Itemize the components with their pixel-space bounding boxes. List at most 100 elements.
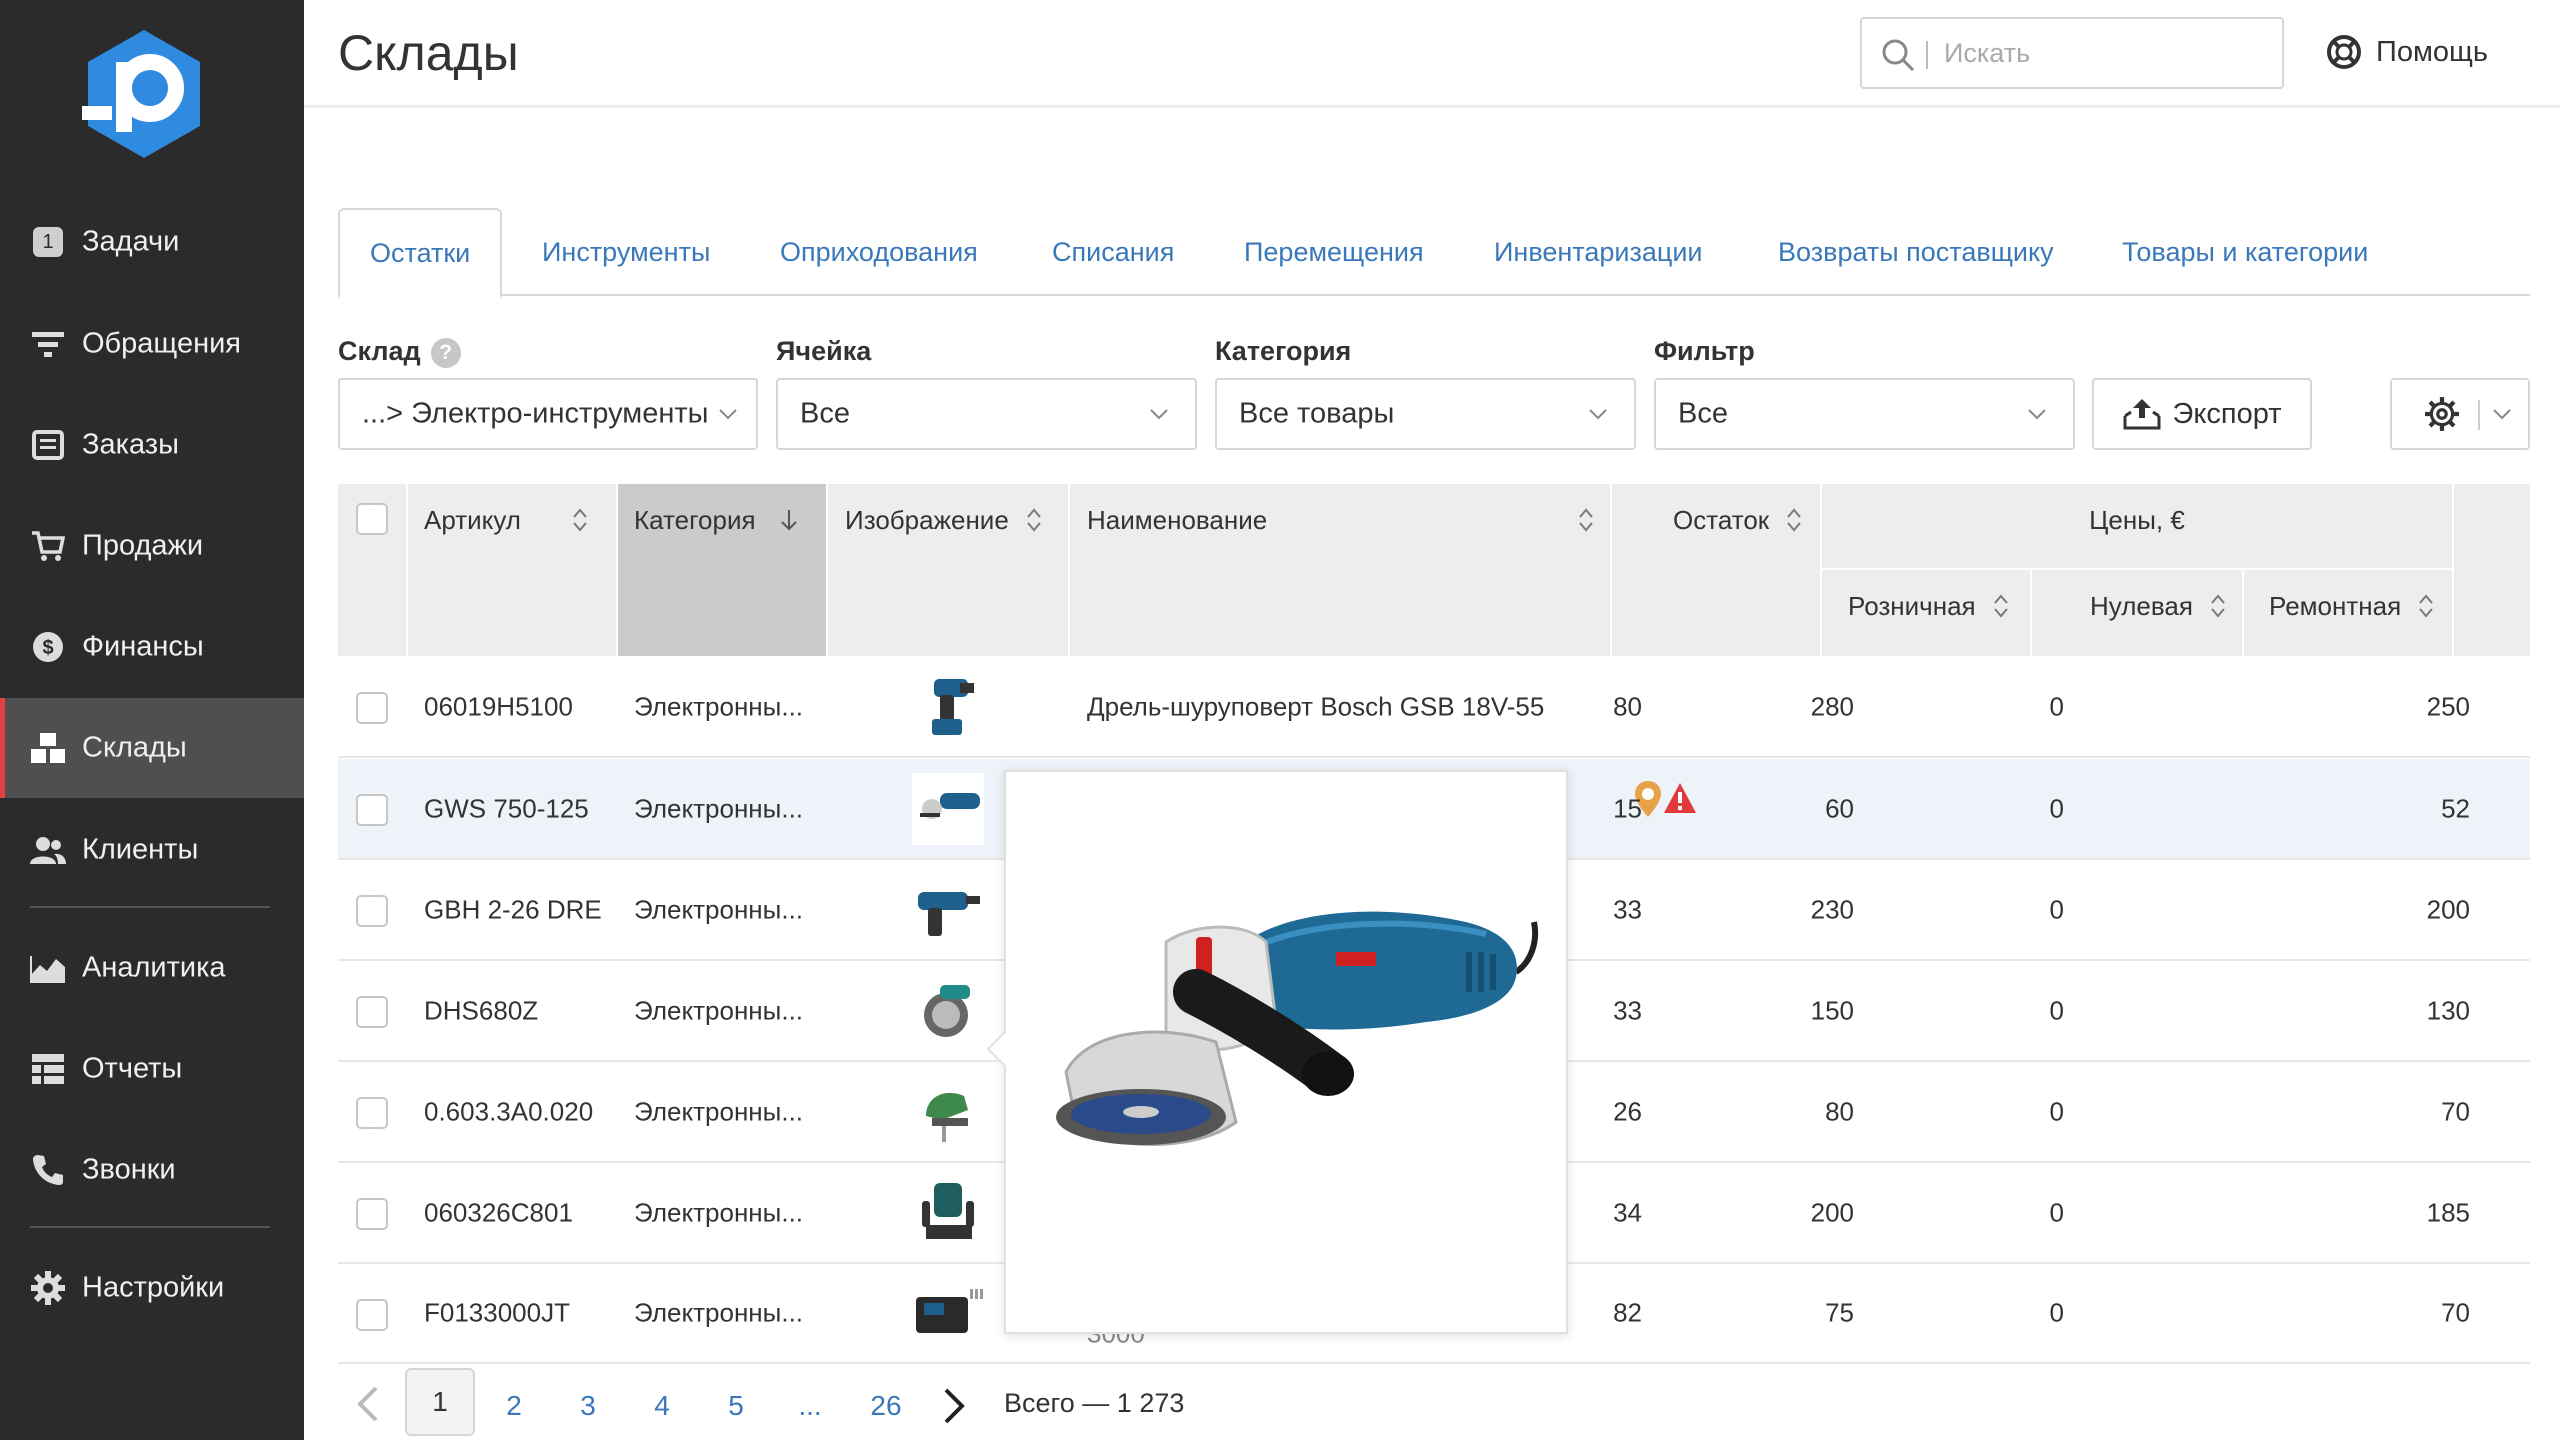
sidebar-item-orders[interactable]: Заказы — [0, 395, 304, 495]
cell-select[interactable]: Все — [776, 378, 1197, 450]
page-1-button[interactable]: 1 — [405, 1368, 475, 1436]
row-checkbox[interactable] — [356, 1299, 388, 1331]
cell-repair-price: 250 — [2426, 691, 2470, 721]
sidebar-item-sales[interactable]: Продажи — [0, 496, 304, 596]
sidebar-item-warehouses[interactable]: Склады — [0, 698, 304, 798]
cell-stock: 82 — [1613, 1297, 1642, 1328]
sidebar-item-label: Заказы — [82, 428, 179, 461]
cart-icon — [30, 528, 66, 564]
export-label: Экспорт — [2172, 397, 2282, 430]
page-title: Склады — [338, 25, 519, 81]
help-question-icon[interactable]: ? — [430, 337, 461, 368]
cell-stock: 15 — [1613, 793, 1642, 823]
button-divider — [2478, 400, 2480, 430]
page-4-button[interactable]: 4 — [642, 1372, 682, 1440]
column-header-image[interactable]: Изображение — [845, 500, 1043, 540]
sidebar-item-label: Продажи — [82, 529, 204, 562]
product-thumbnail-drill[interactable] — [912, 671, 984, 743]
tab-supplier-returns[interactable]: Возвраты поставщику — [1778, 208, 2054, 296]
filter-select[interactable]: Все — [1654, 378, 2075, 450]
cell-retail-price: 60 — [1825, 793, 1854, 823]
row-checkbox[interactable] — [356, 1198, 388, 1230]
sidebar-item-reports[interactable]: Отчеты — [0, 1019, 304, 1119]
tab-receipts[interactable]: Оприходования — [780, 208, 978, 296]
cell-sku: GWS 750-125 — [424, 793, 589, 823]
column-header-name[interactable]: Наименование — [1087, 500, 1595, 540]
cell-stock: 80 — [1613, 691, 1642, 721]
sidebar-item-tasks[interactable]: 1 Задачи — [0, 192, 304, 292]
filter-label: Фильтр — [1654, 336, 1755, 366]
next-page-icon[interactable] — [942, 1388, 966, 1424]
cell-sku: DHS680Z — [424, 995, 539, 1025]
column-separator — [1610, 484, 1612, 656]
page-2-button[interactable]: 2 — [494, 1372, 534, 1440]
table-row[interactable]: 06019H5100 Электронны... Дрель-шуруповер… — [338, 657, 2530, 758]
header-row-separator — [1822, 568, 2452, 570]
sidebar-item-label: Клиенты — [82, 833, 199, 866]
cell-sku: 0.603.3A0.020 — [424, 1096, 594, 1126]
page-5-button[interactable]: 5 — [716, 1372, 756, 1440]
app-logo[interactable] — [82, 26, 206, 162]
chevron-down-icon — [2028, 409, 2046, 420]
sort-icon — [1027, 508, 1041, 532]
sidebar-item-settings[interactable]: Настройки — [0, 1238, 304, 1338]
sort-icon — [1579, 508, 1593, 532]
sidebar-item-requests[interactable]: Обращения — [0, 294, 304, 394]
page-ellipsis[interactable]: ... — [790, 1372, 830, 1440]
tab-transfers[interactable]: Перемещения — [1244, 208, 1424, 296]
tab-goods-categories[interactable]: Товары и категории — [2122, 208, 2368, 296]
cell-stock: 33 — [1613, 894, 1642, 924]
phone-icon — [30, 1152, 66, 1188]
cell-sku: 060326C801 — [424, 1197, 573, 1227]
cell-category: Электронны... — [634, 995, 804, 1025]
sidebar-item-finance[interactable]: $ Финансы — [0, 597, 304, 697]
warehouse-filter-label: Склад? — [338, 336, 461, 368]
column-header-sku[interactable]: Артикул — [424, 500, 589, 540]
row-checkbox[interactable] — [356, 692, 388, 724]
export-button[interactable]: Экспорт — [2092, 378, 2312, 450]
warehouse-select[interactable]: ...> Электро-инструменты — [338, 378, 758, 450]
table-settings-button[interactable] — [2390, 378, 2530, 450]
category-select[interactable]: Все товары — [1215, 378, 1636, 450]
column-header-zero[interactable]: Нулевая — [2090, 586, 2227, 626]
row-checkbox[interactable] — [356, 1097, 388, 1129]
row-checkbox[interactable] — [356, 996, 388, 1028]
sidebar-item-analytics[interactable]: Аналитика — [0, 918, 304, 1018]
filter-select-value: Все — [1678, 397, 1728, 430]
search-input[interactable] — [1944, 33, 2264, 73]
chevron-down-icon — [2493, 409, 2511, 420]
page-3-button[interactable]: 3 — [568, 1372, 608, 1440]
column-separator — [2242, 570, 2244, 656]
select-all-checkbox[interactable] — [356, 503, 388, 535]
tab-writeoffs[interactable]: Списания — [1052, 208, 1174, 296]
page-26-button[interactable]: 26 — [862, 1372, 910, 1440]
total-count: Всего — 1 273 — [1004, 1388, 1185, 1418]
row-checkbox[interactable] — [356, 895, 388, 927]
column-header-stock[interactable]: Остаток — [1673, 500, 1803, 540]
prev-page-icon[interactable] — [356, 1386, 380, 1422]
sort-icon — [1787, 508, 1801, 532]
product-thumbnail-router[interactable] — [912, 1177, 984, 1249]
sidebar-item-clients[interactable]: Клиенты — [0, 800, 304, 900]
product-thumbnail-jigsaw[interactable] — [912, 1076, 984, 1148]
product-thumbnail-grinder[interactable] — [912, 772, 984, 845]
product-thumbnail-hammer[interactable] — [912, 874, 984, 946]
column-header-category[interactable]: Категория — [634, 500, 798, 540]
sidebar-divider — [30, 1226, 270, 1228]
tab-stock[interactable]: Остатки — [338, 208, 503, 298]
cell-repair-price: 130 — [2426, 995, 2470, 1025]
column-header-repair[interactable]: Ремонтная — [2269, 586, 2435, 626]
product-thumbnail-saw[interactable] — [912, 975, 984, 1047]
column-header-retail[interactable]: Розничная — [1848, 586, 2010, 626]
column-separator — [826, 484, 828, 656]
angle-grinder-image — [1056, 911, 1538, 1146]
row-checkbox[interactable] — [356, 794, 388, 826]
sidebar-item-calls[interactable]: Звонки — [0, 1120, 304, 1220]
help-button[interactable]: Помощь — [2326, 30, 2488, 74]
users-icon — [30, 832, 66, 868]
sidebar-item-label: Настройки — [82, 1271, 225, 1304]
search-box[interactable] — [1860, 17, 2284, 89]
tab-tools[interactable]: Инструменты — [542, 208, 710, 296]
tab-inventories[interactable]: Инвентаризации — [1494, 208, 1703, 296]
product-thumbnail-kit[interactable] — [912, 1277, 984, 1349]
